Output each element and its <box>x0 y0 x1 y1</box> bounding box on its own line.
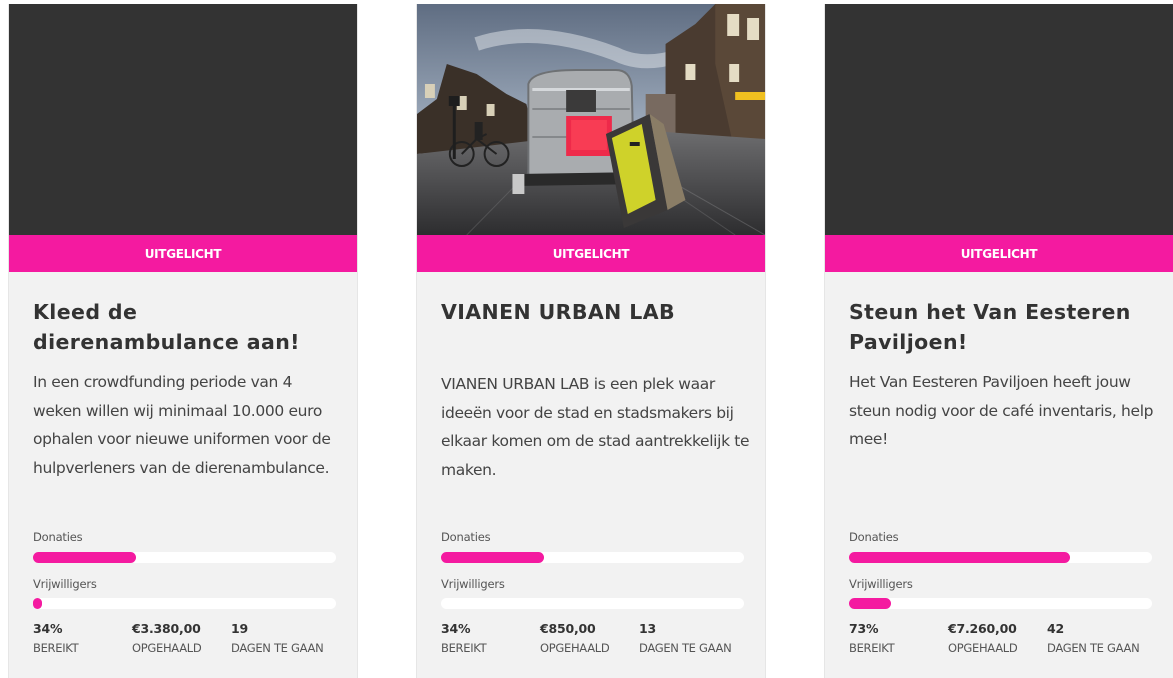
stat-amount: €3.380,00 OPGEHAALD <box>132 621 202 655</box>
stat-amount: €7.260,00 OPGEHAALD <box>948 621 1018 655</box>
percent-caption: BEREIKT <box>441 641 487 655</box>
stat-amount: €850,00 OPGEHAALD <box>540 621 610 655</box>
project-title[interactable]: VIANEN URBAN LAB <box>441 297 751 327</box>
volunteers-label: Vrijwilligers <box>441 577 505 591</box>
donations-progress-bar <box>33 552 336 563</box>
street-caravan-photo <box>417 4 765 235</box>
project-description: Het Van Eesteren Paviljoen heeft jouw st… <box>849 373 1154 448</box>
donations-progress-bar <box>849 552 1152 563</box>
days-caption: DAGEN TE GAAN <box>1047 641 1140 655</box>
stat-percent: 73% BEREIKT <box>849 621 895 655</box>
project-photo[interactable] <box>417 4 765 235</box>
days-caption: DAGEN TE GAAN <box>231 641 324 655</box>
volunteers-progress-fill <box>33 598 42 609</box>
percent-value: 73% <box>849 621 879 636</box>
volunteers-progress-fill <box>849 598 891 609</box>
project-description: In een crowdfunding periode van 4 weken … <box>33 373 331 477</box>
stat-days: 42 DAGEN TE GAAN <box>1047 621 1140 655</box>
days-value: 13 <box>639 621 656 636</box>
project-card[interactable]: UITGELICHT Kleed de dierenambulance aan!… <box>8 4 358 678</box>
project-card[interactable]: UITGELICHT Steun het Van Eesteren Pavilj… <box>824 4 1173 678</box>
project-image-placeholder[interactable] <box>9 4 357 235</box>
percent-caption: BEREIKT <box>849 641 895 655</box>
percent-value: 34% <box>33 621 63 636</box>
stat-percent: 34% BEREIKT <box>441 621 487 655</box>
project-title[interactable]: Steun het Van Eesteren Paviljoen! <box>849 297 1159 357</box>
days-value: 19 <box>231 621 248 636</box>
stat-percent: 34% BEREIKT <box>33 621 79 655</box>
amount-value: €3.380,00 <box>132 621 201 636</box>
donations-label: Donaties <box>33 530 83 544</box>
days-caption: DAGEN TE GAAN <box>639 641 732 655</box>
project-image-placeholder[interactable] <box>825 4 1173 235</box>
donations-progress-fill <box>441 552 544 563</box>
stat-days: 13 DAGEN TE GAAN <box>639 621 732 655</box>
donations-label: Donaties <box>849 530 899 544</box>
featured-ribbon: UITGELICHT <box>825 235 1173 272</box>
volunteers-progress-bar <box>33 598 336 609</box>
percent-caption: BEREIKT <box>33 641 79 655</box>
donations-progress-bar <box>441 552 744 563</box>
donations-progress-fill <box>849 552 1070 563</box>
project-description: VIANEN URBAN LAB is een plek waar ideeën… <box>441 375 750 479</box>
volunteers-label: Vrijwilligers <box>33 577 97 591</box>
amount-caption: OPGEHAALD <box>132 641 202 655</box>
amount-caption: OPGEHAALD <box>540 641 610 655</box>
volunteers-progress-bar <box>441 598 744 609</box>
amount-value: €850,00 <box>540 621 596 636</box>
amount-value: €7.260,00 <box>948 621 1017 636</box>
volunteers-label: Vrijwilligers <box>849 577 913 591</box>
volunteers-progress-bar <box>849 598 1152 609</box>
featured-ribbon: UITGELICHT <box>417 235 765 272</box>
donations-progress-fill <box>33 552 136 563</box>
stat-days: 19 DAGEN TE GAAN <box>231 621 324 655</box>
days-value: 42 <box>1047 621 1064 636</box>
percent-value: 34% <box>441 621 471 636</box>
donations-label: Donaties <box>441 530 491 544</box>
project-title[interactable]: Kleed de dierenambulance aan! <box>33 297 343 357</box>
featured-ribbon: UITGELICHT <box>9 235 357 272</box>
project-card[interactable]: UITGELICHT VIANEN URBAN LAB VIANEN URBAN… <box>416 4 766 678</box>
amount-caption: OPGEHAALD <box>948 641 1018 655</box>
